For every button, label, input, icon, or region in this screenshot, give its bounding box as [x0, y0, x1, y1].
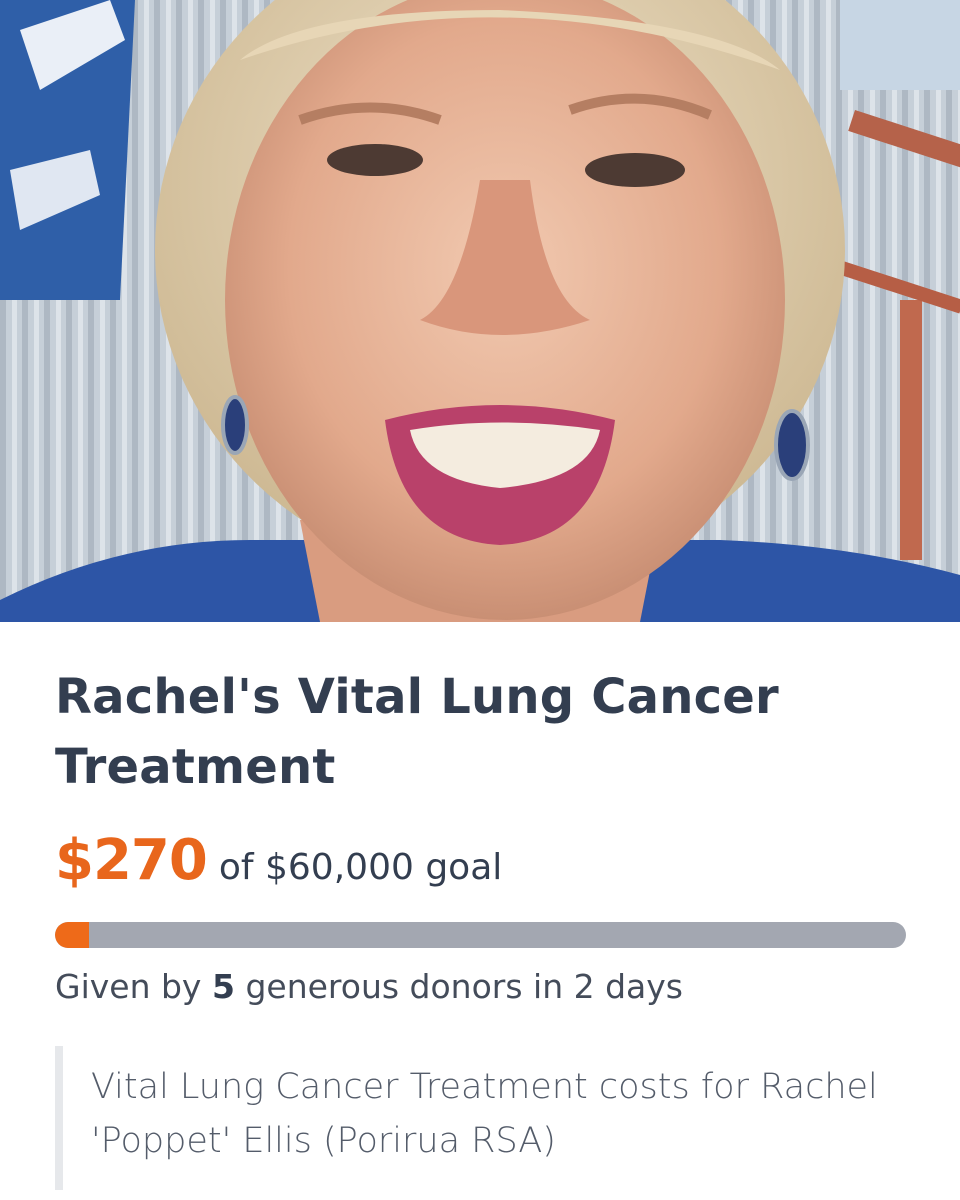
- progress-bar-fill: [55, 922, 89, 948]
- donors-suffix: generous donors in 2 days: [245, 967, 683, 1006]
- goal-amount: of $60,000 goal: [218, 847, 503, 888]
- donors-prefix: Given by: [55, 967, 202, 1006]
- campaign-description: Vital Lung Cancer Treatment costs for Ra…: [55, 1046, 915, 1190]
- amount-raised-row: $270 of $60,000 goal: [55, 828, 502, 898]
- amount-raised: $270: [55, 828, 208, 893]
- campaign-description-text: Vital Lung Cancer Treatment costs for Ra…: [91, 1067, 878, 1161]
- campaign-photo: [0, 0, 960, 622]
- donors-count: 5: [211, 967, 235, 1006]
- donors-summary: Given by 5 generous donors in 2 days: [55, 962, 683, 1012]
- progress-bar: [55, 922, 906, 948]
- campaign-photo-illustration: [0, 0, 960, 622]
- campaign-title: Rachel's Vital Lung Cancer Treatment: [55, 669, 779, 795]
